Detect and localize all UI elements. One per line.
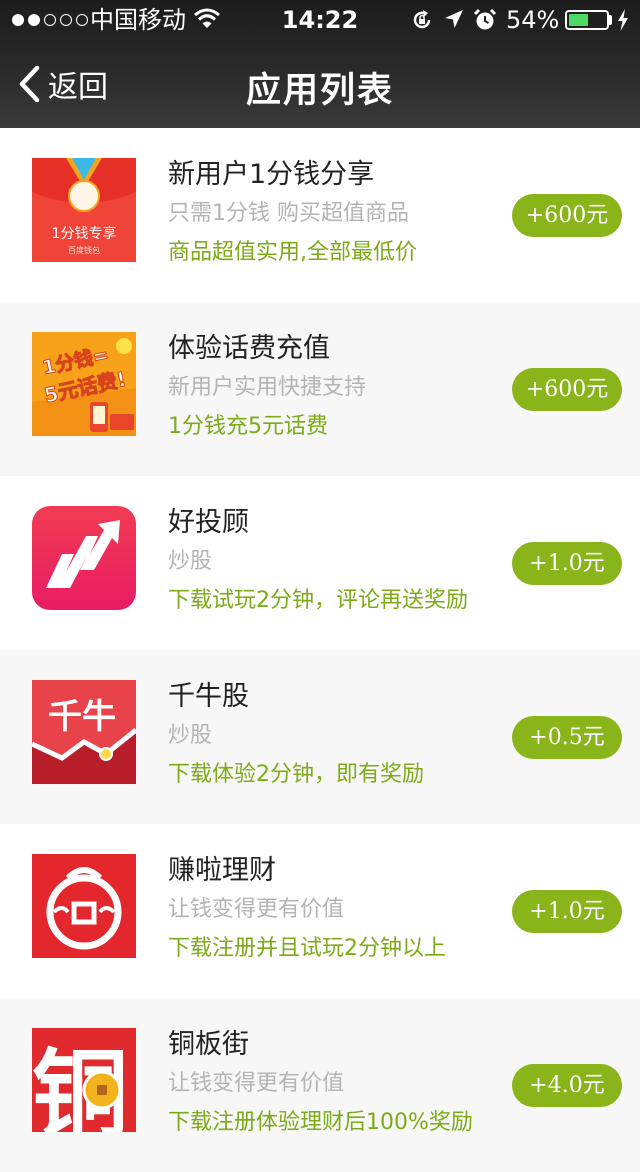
app-name: 千牛股 (168, 681, 249, 712)
list-item[interactable]: 1分钱专享 百度钱包 新用户1分钱分享 只需1分钱 购买超值商品 商品超值实用,… (0, 128, 640, 302)
app-promotion: 商品超值实用,全部最低价 (168, 240, 417, 265)
svg-text:百度钱包: 百度钱包 (68, 245, 100, 255)
status-bar: 中国移动 14:22 54% (0, 0, 640, 40)
reward-button[interactable]: +1.0元 (512, 542, 622, 585)
app-promotion: 下载试玩2分钟，评论再送奖励 (168, 588, 468, 613)
app-name: 好投顾 (168, 507, 249, 538)
phone-credit-icon: 1分钱= 5元话费! (32, 332, 136, 436)
page-title: 应用列表 (245, 71, 394, 111)
app-promotion: 下载注册体验理财后100%奖励 (168, 1110, 473, 1135)
app-description: 让钱变得更有价值 (168, 897, 345, 922)
list-item[interactable]: 千牛 千牛股 炒股 下载体验2分钟，即有奖励 +0.5元 (0, 650, 640, 824)
app-name: 新用户1分钱分享 (168, 159, 375, 190)
app-name: 赚啦理财 (168, 855, 276, 886)
top-bar: 中国移动 14:22 54% 返回 应用列表 (0, 0, 640, 128)
list-item[interactable]: 赚啦理财 让钱变得更有价值 下载注册并且试玩2分钟以上 +1.0元 (0, 824, 640, 998)
qianniu-stock-icon: 千牛 (32, 680, 136, 784)
list-item[interactable]: 铜 铜板街 让钱变得更有价值 下载注册体验理财后100%奖励 +4.0元 (0, 998, 640, 1172)
reward-button[interactable]: +4.0元 (512, 1064, 622, 1107)
red-envelope-icon: 1分钱专享 百度钱包 (32, 158, 136, 262)
copper-coin-icon: 铜 (32, 1028, 136, 1132)
zhuanla-face-icon (32, 854, 136, 958)
location-arrow-icon (445, 10, 463, 28)
app-description: 让钱变得更有价值 (168, 1071, 345, 1096)
app-name: 铜板街 (168, 1029, 249, 1060)
reward-button[interactable]: +600元 (512, 368, 622, 411)
app-description: 炒股 (168, 723, 213, 748)
alarm-clock-icon (473, 8, 497, 30)
battery-percentage: 54% (506, 6, 560, 34)
app-list: 1分钱专享 百度钱包 新用户1分钱分享 只需1分钱 购买超值商品 商品超值实用,… (0, 128, 640, 1172)
battery-icon (565, 10, 609, 30)
list-item[interactable]: 好投顾 炒股 下载试玩2分钟，评论再送奖励 +1.0元 (0, 476, 640, 650)
reward-button[interactable]: +600元 (512, 194, 622, 237)
navigation-bar: 返回 应用列表 (0, 40, 640, 128)
app-name: 体验话费充值 (168, 333, 330, 364)
rising-arrow-icon (32, 506, 136, 610)
app-description: 炒股 (168, 549, 213, 574)
reward-button[interactable]: +1.0元 (512, 890, 622, 933)
svg-text:1分钱专享: 1分钱专享 (52, 225, 117, 242)
app-promotion: 下载注册并且试玩2分钟以上 (168, 936, 446, 961)
app-description: 只需1分钱 购买超值商品 (168, 201, 409, 226)
reward-button[interactable]: +0.5元 (512, 716, 622, 759)
charging-bolt-icon (618, 9, 628, 31)
svg-text:千牛: 千牛 (48, 697, 116, 737)
app-description: 新用户实用快捷支持 (168, 375, 367, 400)
app-promotion: 1分钱充5元话费 (168, 414, 328, 439)
list-item[interactable]: 1分钱= 5元话费! 体验话费充值 新用户实用快捷支持 1分钱充5元话费 +60… (0, 302, 640, 476)
app-promotion: 下载体验2分钟，即有奖励 (168, 762, 424, 787)
rotation-lock-icon (413, 10, 431, 29)
